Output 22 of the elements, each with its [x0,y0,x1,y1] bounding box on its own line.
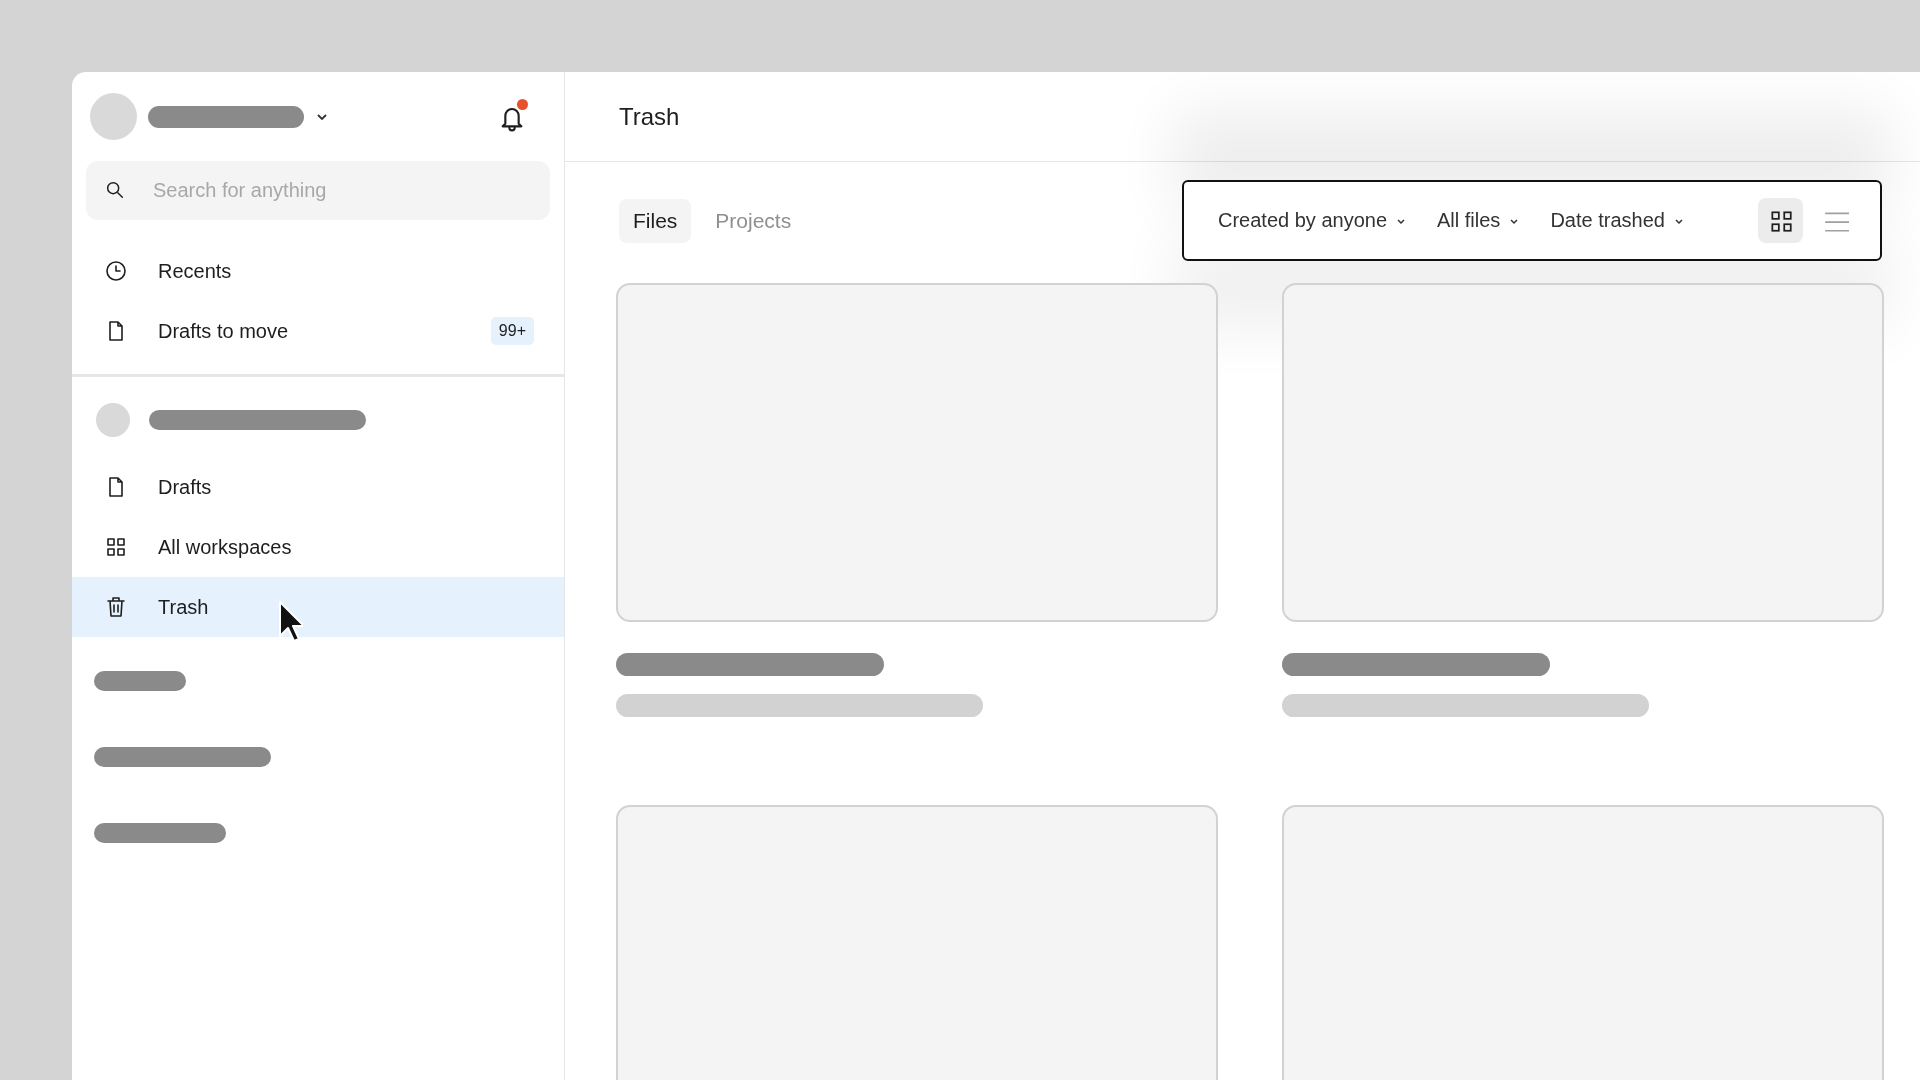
filter-dropdown[interactable]: Created by anyone [1218,209,1407,232]
filter-dropdown[interactable]: All files [1437,209,1521,232]
trash-icon [104,595,128,619]
sidebar-item[interactable]: Drafts [72,457,564,517]
sidebar-item[interactable]: Trash [72,577,564,637]
sidebar-item[interactable]: Drafts to move 99+ [72,301,564,361]
item-label: Drafts [158,475,212,499]
filter-dropdown[interactable]: Date trashed [1550,209,1685,232]
item-label: All workspaces [158,535,292,559]
count-badge: 99+ [490,317,534,345]
item-label: Drafts to move [158,319,289,343]
item-label: Trash [158,595,209,619]
workspace-avatar [96,403,130,437]
page-title: Trash [619,102,680,131]
item-label: Recents [158,259,232,283]
grid-icon [104,535,128,559]
tab[interactable]: Files [619,198,692,243]
sidebar-item[interactable]: All workspaces [72,517,564,577]
search-field[interactable]: Search for anything [86,161,550,220]
grid-view-button[interactable] [1758,198,1803,243]
sidebar-item[interactable]: Recents [72,241,564,301]
clock-icon [104,259,128,283]
